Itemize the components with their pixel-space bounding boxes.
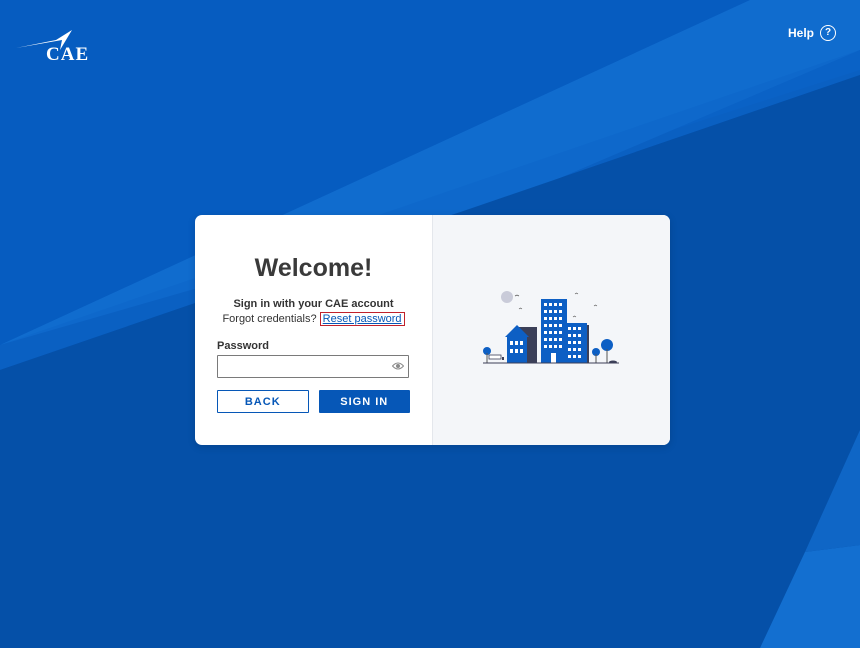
- login-card: Welcome! Sign in with your CAE account F…: [195, 215, 670, 445]
- eye-icon[interactable]: [392, 361, 404, 371]
- city-buildings-illustration: [483, 291, 619, 364]
- help-link[interactable]: Help ?: [788, 25, 836, 41]
- help-label: Help: [787, 26, 814, 40]
- forgot-credentials-text: Forgot credentials?: [222, 313, 317, 325]
- form-buttons: BACK SIGN IN: [217, 390, 410, 413]
- question-circle-icon: ?: [820, 25, 836, 41]
- illustration-panel: [432, 215, 670, 445]
- password-field-wrapper: [217, 355, 409, 378]
- login-form: Welcome! Sign in with your CAE account F…: [195, 215, 432, 445]
- reset-password-link[interactable]: Reset password: [319, 312, 405, 326]
- sign-in-button[interactable]: SIGN IN: [318, 390, 410, 413]
- password-field[interactable]: [217, 355, 409, 378]
- cae-logo: CAE: [16, 28, 88, 68]
- page-title: Welcome!: [254, 254, 373, 282]
- back-button[interactable]: BACK: [217, 390, 309, 413]
- logo-text: CAE: [46, 44, 90, 65]
- sign-in-subtitle: Sign in with your CAE account: [233, 298, 394, 310]
- forgot-credentials-row: Forgot credentials? Reset password: [217, 312, 410, 326]
- password-label: Password: [217, 340, 269, 352]
